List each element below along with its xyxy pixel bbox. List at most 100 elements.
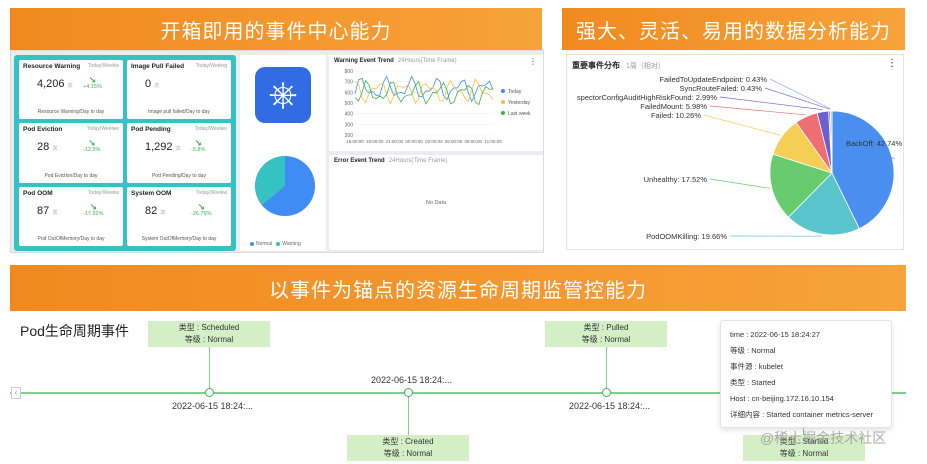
watermark: @稀土掘金技术社区 <box>760 430 887 446</box>
kpi-subtitle: Pod Pending/Day to day <box>152 172 206 179</box>
pie-leader-line <box>764 87 830 110</box>
kpi-change: ↘ -12.5% <box>83 138 101 154</box>
kpi-change: ↘ -5.8% <box>191 139 206 154</box>
legend-warning: Warning <box>282 241 301 247</box>
event-type: 类型 : Created <box>382 437 434 446</box>
kpi-change: ↘ -17.92% <box>83 201 104 218</box>
kpi-unit: 次 <box>52 146 58 153</box>
y-tick-label: 500 <box>345 101 354 107</box>
trend-arrow-icon: ↘ <box>89 201 98 212</box>
kpi-card[interactable]: Resource Warning Today/Weekw 4,206 次 ↘ +4… <box>19 60 123 120</box>
event-level: 等级 : Normal <box>779 449 829 458</box>
event-level: 等级 : Normal <box>581 335 631 344</box>
event-type: 类型 : Pulled <box>583 323 629 332</box>
banner-lifecycle: 以事件为锚点的资源生命周期监管控能力 <box>10 265 906 311</box>
timeline-node[interactable] <box>404 388 413 397</box>
y-tick-label: 400 <box>345 112 354 118</box>
kpi-change: ↘ -26.79% <box>191 202 212 218</box>
event-detail-tooltip: time : 2022-06-15 18:24:27 等级 : Normal 事… <box>720 320 892 428</box>
pie-label: Failed: 10.26% <box>651 111 701 120</box>
pie-leader-line <box>719 96 823 111</box>
event-date: 2022-06-15 18:24:... <box>172 401 254 411</box>
banner-event-center: 开箱即用的事件中心能力 <box>10 8 542 50</box>
dashboard-screenshot: Resource Warning Today/Weekw 4,206 次 ↘ +4… <box>10 50 544 253</box>
legend-dot <box>501 89 505 93</box>
legend-label: Last week <box>508 111 531 117</box>
timeline-scroll-left-button[interactable]: ‹ <box>11 387 21 399</box>
kpi-unit: 次 <box>67 83 73 89</box>
y-tick-label: 600 <box>345 90 354 96</box>
kpi-change-value: -26.79% <box>191 210 212 217</box>
kpi-subtitle: Resource Warning/Day to day <box>37 109 105 116</box>
kpi-subtitle: Image pull failed/Day to day <box>148 109 210 116</box>
kpi-subtitle: Pod Eviction/Day to day <box>44 172 98 179</box>
timeline-node[interactable] <box>205 388 214 397</box>
kpi-range: Today/Weking <box>195 63 227 69</box>
tooltip-detail: 详细内容 : Started container metrics-server <box>730 410 873 419</box>
pie-leader-line <box>709 178 770 189</box>
trend-arrow-icon: ↘ <box>87 138 96 149</box>
mini-pie-chart <box>255 156 315 216</box>
event-card-scheduled[interactable]: 类型 : Scheduled 等级 : Normal <box>148 321 270 347</box>
x-tick-label: 21:00:00 <box>386 139 404 144</box>
x-tick-label: 11:00:00 <box>484 139 502 144</box>
y-tick-label: 300 <box>345 122 354 128</box>
kpi-card[interactable]: Pod OOM Today/Weekw 87 次 ↘ -17.92% Pod Ou… <box>19 186 123 246</box>
pie-leader-line <box>703 114 781 136</box>
kpi-value: 1,292 <box>145 141 173 154</box>
pie-label: spectorConfigAuditHighRiskFound: 2.99% <box>577 93 717 102</box>
pie-label: BackOff: 42.74% <box>846 139 902 148</box>
error-event-trend: Error Event Trend 24Hours(Time Frame) No … <box>329 155 543 250</box>
legend-label: Today <box>508 89 522 95</box>
kpi-range: Today/Weekw <box>195 189 227 196</box>
x-tick-label: 18:00:00 <box>366 139 384 144</box>
middle-column: ⎈ Normal Warning <box>240 55 326 251</box>
kpi-value: 28 <box>37 141 50 154</box>
kpi-card[interactable]: Pod Eviction Today/Weeiwe 28 次 ↘ -12.5% P… <box>19 123 123 183</box>
error-chart-title: Error Event Trend <box>334 158 385 164</box>
pie-label: FailedMount: 5.98% <box>640 102 707 111</box>
pie-label: SyncRouteFailed: 0.43% <box>679 84 762 93</box>
x-tick-label: 00:00:00 <box>405 139 423 144</box>
event-card-pulled[interactable]: 类型 : Pulled 等级 : Normal <box>545 321 667 347</box>
x-tick-label: 03:00:00 <box>425 139 443 144</box>
event-date: 2022-06-15 18:24:... <box>569 401 651 411</box>
legend-dot <box>501 100 505 104</box>
kpi-value: 0 <box>145 78 152 90</box>
kpi-card[interactable]: System OOM Today/Weekw 82 次 ↘ -26.79% Sys… <box>127 186 231 246</box>
kubernetes-logo-icon: ⎈ <box>255 67 311 123</box>
kpi-range: Today/Weeiwe <box>194 126 227 133</box>
kpi-card[interactable]: Image Pull Failed Today/Weking 0 次 Image… <box>127 60 231 120</box>
tooltip-host: Host : cn-beijing.172.16.10.154 <box>730 394 834 403</box>
x-tick-label: 09:00:00 <box>465 139 483 144</box>
warning-chart-title: Warning Event Trend <box>334 58 394 64</box>
kpi-grid: Resource Warning Today/Weekw 4,206 次 ↘ +4… <box>14 55 236 251</box>
kpi-unit: 次 <box>160 209 166 216</box>
kpi-change-value: -12.5% <box>83 147 101 154</box>
no-data-text: No Data <box>425 200 447 206</box>
kpi-unit: 次 <box>175 146 181 153</box>
kpi-change-value: -5.8% <box>191 147 206 154</box>
y-tick-label: 800 <box>345 69 354 75</box>
timeline-node[interactable] <box>602 388 611 397</box>
legend-label: Yesterday <box>508 100 531 106</box>
error-chart-range: 24Hours(Time Frame) <box>388 158 448 164</box>
kpi-unit: 次 <box>154 83 160 89</box>
kpi-value: 82 <box>145 204 158 217</box>
kpi-change-value: +4.15% <box>83 84 102 90</box>
timeline-title: Pod生命周期事件 <box>20 323 129 339</box>
pie-label: PodOOMKilling: 19.66% <box>646 232 727 241</box>
trend-arrow-icon: ↘ <box>88 75 97 85</box>
tooltip-level: 等级 : Normal <box>730 346 776 355</box>
event-date: 2022-06-15 18:24:... <box>371 375 453 385</box>
tooltip-time: time : 2022-06-15 18:24:27 <box>730 330 821 339</box>
kpi-range: Today/Weeiwe <box>86 126 119 133</box>
tooltip-type: 类型 : Started <box>730 378 776 387</box>
mini-pie-legend: Normal Warning <box>250 241 301 247</box>
kpi-card[interactable]: Pod Pending Today/Weeiwe 1,292 次 ↘ -5.8% … <box>127 123 231 183</box>
legend-normal: Normal <box>256 241 273 247</box>
event-card-created[interactable]: 类型 : Created 等级 : Normal <box>347 435 469 461</box>
distribution-pie-chart: BackOff: 42.74% PodOOMKilling: 19.66% Unhe… <box>577 75 903 241</box>
warning-chart-range: 24Hours(Time Frame) <box>397 58 457 64</box>
more-icon[interactable]: ⋮ <box>529 57 537 66</box>
